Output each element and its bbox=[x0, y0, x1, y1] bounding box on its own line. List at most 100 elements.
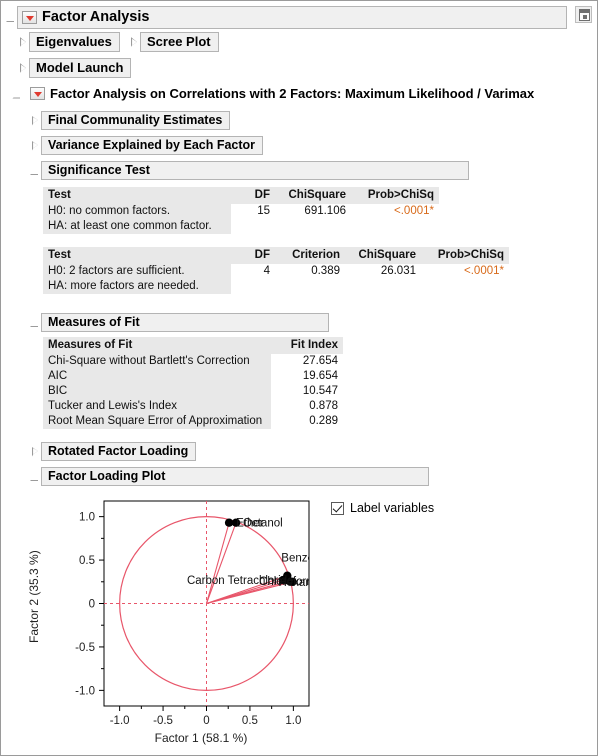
col-criterion: Criterion bbox=[275, 247, 345, 264]
measures-of-fit-label: Measures of Fit bbox=[48, 314, 140, 329]
disclosure-triangle-measures-of-fit[interactable] bbox=[29, 317, 40, 328]
cell-h0: H0: no common factors. bbox=[43, 204, 231, 219]
cell-blank bbox=[231, 279, 275, 294]
node-variance-explained[interactable]: Variance Explained by Each Factor bbox=[29, 136, 264, 155]
col-df: DF bbox=[231, 187, 275, 204]
x-axis-label: Factor 1 (58.1 %) bbox=[154, 731, 248, 745]
node-scree-plot[interactable]: Scree Plot bbox=[128, 32, 219, 52]
x-tick-label: -1.0 bbox=[110, 715, 130, 727]
col-test: Test bbox=[43, 247, 231, 264]
y-axis-label: Factor 2 (35.3 %) bbox=[27, 550, 41, 643]
significance-test-table-1: Test DF ChiSquare Prob>ChiSq H0: no comm… bbox=[43, 187, 439, 234]
report-menu-icon[interactable] bbox=[22, 10, 37, 24]
cell-prob: <.0001* bbox=[421, 264, 509, 279]
table-header-row: Test DF ChiSquare Prob>ChiSq bbox=[43, 187, 439, 204]
col-prob: Prob>ChiSq bbox=[421, 247, 509, 264]
cell-blank bbox=[351, 219, 439, 234]
popout-window-glyph bbox=[579, 9, 590, 21]
cell-measure-name: AIC bbox=[43, 369, 271, 384]
table-row: Root Mean Square Error of Approximation … bbox=[43, 414, 343, 429]
cell-chisquare: 691.106 bbox=[275, 204, 351, 219]
point-label: Octanol bbox=[243, 518, 283, 530]
cell-df: 15 bbox=[231, 204, 275, 219]
table-row: AIC 19.654 bbox=[43, 369, 343, 384]
cell-blank bbox=[345, 279, 421, 294]
disclosure-triangle-factor-loading-plot[interactable] bbox=[29, 471, 40, 482]
cell-ha: HA: more factors are needed. bbox=[43, 279, 231, 294]
node-rotated-factor-loading[interactable]: Rotated Factor Loading bbox=[29, 442, 197, 461]
point-label: Benzene bbox=[281, 553, 326, 565]
cell-h0: H0: 2 factors are sufficient. bbox=[43, 264, 231, 279]
variance-explained-label: Variance Explained by Each Factor bbox=[48, 137, 256, 152]
disclosure-triangle-scree-plot[interactable] bbox=[128, 37, 139, 48]
page-title: Factor Analysis bbox=[42, 8, 150, 25]
cell-prob: <.0001* bbox=[351, 204, 439, 219]
node-final-communality-estimates[interactable]: Final Communality Estimates bbox=[29, 111, 231, 130]
node-eigenvalues[interactable]: Eigenvalues bbox=[17, 32, 120, 52]
y-tick-label: 0.5 bbox=[79, 555, 95, 567]
cell-blank bbox=[275, 219, 351, 234]
label-variables-control[interactable]: Label variables bbox=[331, 501, 434, 515]
measures-of-fit-title-bar[interactable]: Measures of Fit bbox=[41, 313, 329, 332]
variance-explained-title-bar[interactable]: Variance Explained by Each Factor bbox=[41, 136, 264, 155]
label-variables-label: Label variables bbox=[350, 501, 435, 515]
scree-plot-label: Scree Plot bbox=[147, 34, 211, 49]
disclosure-triangle-significance-test[interactable] bbox=[29, 165, 40, 176]
cell-blank bbox=[275, 279, 345, 294]
node-main-analysis[interactable]: Factor Analysis on Correlations with 2 F… bbox=[11, 84, 543, 104]
col-df: DF bbox=[231, 247, 275, 264]
y-tick-label: -0.5 bbox=[75, 642, 95, 654]
significance-test-title-bar[interactable]: Significance Test bbox=[41, 161, 469, 180]
disclosure-triangle-factor-analysis[interactable] bbox=[5, 12, 16, 23]
node-model-launch[interactable]: Model Launch bbox=[17, 58, 132, 78]
cell-measure-name: Chi-Square without Bartlett's Correction bbox=[43, 354, 271, 369]
factor-analysis-title-bar[interactable]: Factor Analysis bbox=[17, 6, 567, 29]
disclosure-triangle-variance-explained[interactable] bbox=[29, 140, 40, 151]
table-header-row: Test DF Criterion ChiSquare Prob>ChiSq bbox=[43, 247, 509, 264]
col-chisquare: ChiSquare bbox=[345, 247, 421, 264]
factor-loading-plot-label: Factor Loading Plot bbox=[48, 468, 166, 483]
table-row: H0: 2 factors are sufficient. 4 0.389 26… bbox=[43, 264, 509, 279]
table-row: BIC 10.547 bbox=[43, 384, 343, 399]
disclosure-triangle-rotated-factor-loading[interactable] bbox=[29, 446, 40, 457]
factor-loading-plot-title-bar[interactable]: Factor Loading Plot bbox=[41, 467, 429, 486]
eigenvalues-title-bar[interactable]: Eigenvalues bbox=[29, 32, 120, 52]
popout-window-icon[interactable] bbox=[575, 6, 592, 23]
label-variables-checkbox[interactable] bbox=[331, 501, 344, 515]
y-axis-label-wrap: Factor 2 (35.3 %) bbox=[0, 550, 84, 643]
cell-fit-index: 0.878 bbox=[271, 399, 343, 414]
x-tick-label: 0 bbox=[203, 715, 209, 727]
cell-fit-index: 27.654 bbox=[271, 354, 343, 369]
scree-plot-title-bar[interactable]: Scree Plot bbox=[140, 32, 219, 52]
main-analysis-title-bar[interactable]: Factor Analysis on Correlations with 2 F… bbox=[23, 84, 543, 104]
point-label: Hexane bbox=[278, 577, 318, 589]
cell-measure-name: Tucker and Lewis's Index bbox=[43, 399, 271, 414]
model-launch-title-bar[interactable]: Model Launch bbox=[29, 58, 132, 78]
cell-blank bbox=[421, 279, 509, 294]
model-launch-label: Model Launch bbox=[36, 60, 124, 75]
cell-measure-name: Root Mean Square Error of Approximation bbox=[43, 414, 271, 429]
col-test: Test bbox=[43, 187, 231, 204]
cell-fit-index: 19.654 bbox=[271, 369, 343, 384]
final-communality-estimates-title-bar[interactable]: Final Communality Estimates bbox=[41, 111, 231, 130]
y-tick-label: -1.0 bbox=[75, 685, 95, 697]
node-significance-test[interactable]: Significance Test bbox=[29, 161, 469, 180]
table-row: H0: no common factors. 15 691.106 <.0001… bbox=[43, 204, 439, 219]
factor-analysis-window: Factor Analysis Eigenvalues Scree Plot M… bbox=[0, 0, 598, 756]
factor-analysis-header[interactable]: Factor Analysis bbox=[5, 6, 567, 29]
cell-blank bbox=[231, 219, 275, 234]
disclosure-triangle-model-launch[interactable] bbox=[17, 63, 28, 74]
node-factor-loading-plot[interactable]: Factor Loading Plot bbox=[29, 467, 429, 486]
cell-chisquare: 26.031 bbox=[345, 264, 421, 279]
table-row: HA: more factors are needed. bbox=[43, 279, 509, 294]
analysis-menu-icon[interactable] bbox=[30, 87, 45, 100]
disclosure-triangle-main-analysis[interactable] bbox=[11, 89, 22, 100]
cell-criterion: 0.389 bbox=[275, 264, 345, 279]
significance-test-table-2: Test DF Criterion ChiSquare Prob>ChiSq H… bbox=[43, 247, 509, 294]
disclosure-triangle-final-communality-estimates[interactable] bbox=[29, 115, 40, 126]
disclosure-triangle-eigenvalues[interactable] bbox=[17, 37, 28, 48]
plot-canvas[interactable]: EtherOctanolBenzeneCarbon TetrachlorideC… bbox=[41, 493, 331, 743]
x-tick-label: -0.5 bbox=[153, 715, 173, 727]
rotated-factor-loading-title-bar[interactable]: Rotated Factor Loading bbox=[41, 442, 197, 461]
node-measures-of-fit[interactable]: Measures of Fit bbox=[29, 313, 329, 332]
